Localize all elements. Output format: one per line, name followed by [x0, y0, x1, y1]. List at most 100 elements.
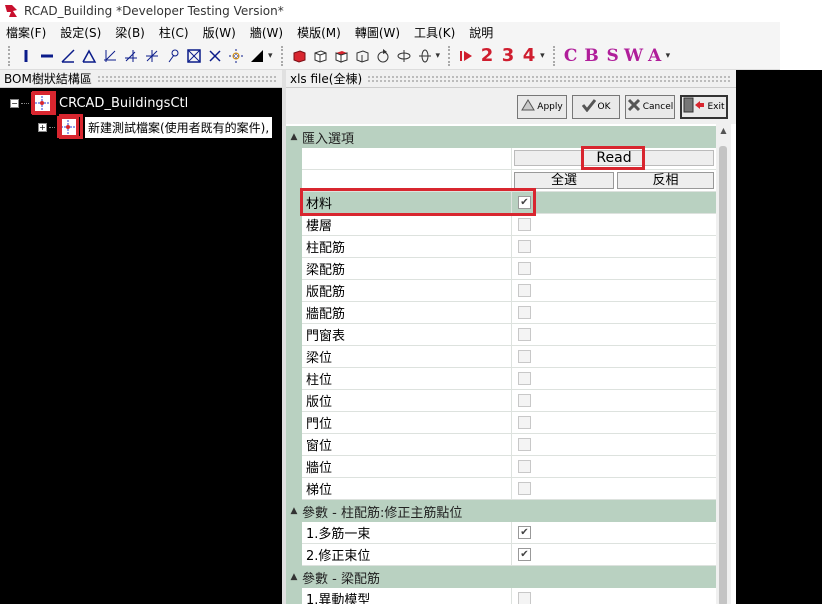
level-4-button[interactable]: 4 — [519, 45, 539, 66]
invert-selection-button[interactable]: 反相 — [617, 172, 714, 189]
tree-node-project[interactable]: + 新建測試檔案(使用者既有的案件), — [38, 116, 273, 138]
cube-outline-icon[interactable] — [310, 46, 330, 66]
collapse-icon[interactable]: − — [10, 98, 19, 108]
orbit-horizontal-icon[interactable] — [394, 46, 414, 66]
menu-file[interactable]: 檔案(F) — [6, 24, 46, 41]
door-position-checkbox[interactable] — [518, 416, 531, 429]
menu-tools[interactable]: 工具(K) — [414, 24, 455, 41]
option-row-column-position[interactable]: 柱位 — [302, 368, 716, 390]
scroll-thumb[interactable] — [719, 146, 727, 604]
orbit-vertical-icon[interactable] — [415, 46, 435, 66]
toolbar-grip-3[interactable] — [448, 45, 452, 66]
menu-slab[interactable]: 版(W) — [203, 24, 236, 41]
modify-model-checkbox[interactable] — [518, 592, 531, 604]
menu-wall[interactable]: 牆(W) — [250, 24, 283, 41]
toolbar-grip-2[interactable] — [280, 45, 285, 66]
column-mode-button[interactable]: C — [561, 46, 581, 66]
tree-node-root[interactable]: − CRCAD_BuildingsCtl — [10, 92, 188, 114]
option-row-beam-position[interactable]: 梁位 — [302, 346, 716, 368]
collapse-triangle-icon[interactable]: ▲ — [286, 572, 302, 582]
multi-bar-bundle-checkbox[interactable]: ✔ — [518, 526, 531, 539]
fill-triangle-tool-icon[interactable] — [247, 46, 267, 66]
option-row-wall-position[interactable]: 牆位 — [302, 456, 716, 478]
wall-mode-button[interactable]: W — [624, 46, 644, 66]
option-row-door-window-table[interactable]: 門窗表 — [302, 324, 716, 346]
toolbar-dropdown-2[interactable]: ▾ — [436, 51, 441, 61]
read-button[interactable]: Read — [514, 150, 714, 166]
apply-button[interactable]: Apply — [517, 95, 567, 119]
all-mode-button[interactable]: A — [645, 46, 665, 66]
option-row-multi-bar-bundle[interactable]: 1.多筋一束 ✔ — [302, 522, 716, 544]
menu-column[interactable]: 柱(C) — [159, 24, 189, 41]
slab-rebar-checkbox[interactable] — [518, 284, 531, 297]
menu-beam[interactable]: 梁(B) — [115, 24, 145, 41]
wall-position-checkbox[interactable] — [518, 460, 531, 473]
fix-bundle-position-checkbox[interactable]: ✔ — [518, 548, 531, 561]
column-rebar-checkbox[interactable] — [518, 240, 531, 253]
dotted-target-tool-icon[interactable] — [226, 46, 246, 66]
cancel-button[interactable]: Cancel — [625, 95, 675, 119]
option-row-floor[interactable]: 樓層 — [302, 214, 716, 236]
category-beam-rebar-params[interactable]: ▲ 參數 - 梁配筋 — [286, 566, 716, 588]
option-row-wall-rebar[interactable]: 牆配筋 — [302, 302, 716, 324]
header-grip[interactable] — [368, 75, 730, 82]
menu-convert[interactable]: 轉圖(W) — [355, 24, 400, 41]
level-3-button[interactable]: 3 — [498, 45, 518, 66]
cross-axis-tool-icon[interactable] — [142, 46, 162, 66]
option-row-window-position[interactable]: 窗位 — [302, 434, 716, 456]
select-all-button[interactable]: 全選 — [514, 172, 614, 189]
red-cube-icon[interactable] — [289, 46, 309, 66]
stair-position-checkbox[interactable] — [518, 482, 531, 495]
column-position-checkbox[interactable] — [518, 372, 531, 385]
grid-axis-tool-icon[interactable] — [100, 46, 120, 66]
header-grip[interactable] — [97, 75, 276, 82]
scroll-up-icon[interactable]: ▲ — [716, 124, 731, 138]
cube-red-top-icon[interactable] — [331, 46, 351, 66]
diagonal-axis-tool-icon[interactable] — [58, 46, 78, 66]
option-row-door-position[interactable]: 門位 — [302, 412, 716, 434]
triangle-axis-tool-icon[interactable] — [79, 46, 99, 66]
option-row-stair-position[interactable]: 梯位 — [302, 478, 716, 500]
toolbar-dropdown-4[interactable]: ▾ — [666, 51, 671, 61]
collapse-triangle-icon[interactable]: ▲ — [286, 132, 302, 142]
toolbar-dropdown-1[interactable]: ▾ — [268, 51, 273, 61]
option-row-modify-model[interactable]: 1.異動模型 — [302, 588, 716, 604]
beam-mode-button[interactable]: B — [582, 46, 602, 66]
grid-scrollbar[interactable]: ▲ — [716, 124, 731, 604]
category-import-options[interactable]: ▲ 匯入選項 — [286, 126, 716, 148]
box-cross-tool-icon[interactable] — [184, 46, 204, 66]
option-row-beam-rebar[interactable]: 梁配筋 — [302, 258, 716, 280]
cube-wire-icon[interactable] — [352, 46, 372, 66]
door-window-table-checkbox[interactable] — [518, 328, 531, 341]
cross-tool-icon[interactable] — [205, 46, 225, 66]
option-row-slab-position[interactable]: 版位 — [302, 390, 716, 412]
toolbar-grip-4[interactable] — [552, 45, 557, 66]
toolbar-dropdown-3[interactable]: ▾ — [540, 51, 545, 61]
option-row-slab-rebar[interactable]: 版配筋 — [302, 280, 716, 302]
rotate-icon[interactable] — [373, 46, 393, 66]
material-checkbox[interactable]: ✔ — [518, 196, 531, 209]
slab-mode-button[interactable]: S — [603, 46, 623, 66]
option-row-material[interactable]: 材料 ✔ — [302, 192, 716, 214]
window-position-checkbox[interactable] — [518, 438, 531, 451]
toolbar-grip[interactable] — [8, 45, 12, 66]
offset-axis-tool-icon[interactable] — [121, 46, 141, 66]
point-axis-tool-icon[interactable] — [163, 46, 183, 66]
option-row-column-rebar[interactable]: 柱配筋 — [302, 236, 716, 258]
level-2-button[interactable]: 2 — [477, 45, 497, 66]
menu-formwork[interactable]: 模版(M) — [297, 24, 341, 41]
exit-button[interactable]: Exit — [680, 95, 728, 119]
category-column-rebar-params[interactable]: ▲ 參數 - 柱配筋:修正主筋點位 — [286, 500, 716, 522]
beam-position-checkbox[interactable] — [518, 350, 531, 363]
floor-checkbox[interactable] — [518, 218, 531, 231]
collapse-triangle-icon[interactable]: ▲ — [286, 506, 302, 516]
ok-button[interactable]: OK — [572, 95, 620, 119]
horizontal-line-tool-icon[interactable] — [37, 46, 57, 66]
option-row-fix-bundle-position[interactable]: 2.修正束位 ✔ — [302, 544, 716, 566]
expand-icon[interactable]: + — [38, 122, 47, 132]
beam-rebar-checkbox[interactable] — [518, 262, 531, 275]
slab-position-checkbox[interactable] — [518, 394, 531, 407]
menu-help[interactable]: 說明 — [469, 24, 493, 41]
wall-rebar-checkbox[interactable] — [518, 306, 531, 319]
menu-settings[interactable]: 設定(S) — [60, 24, 101, 41]
